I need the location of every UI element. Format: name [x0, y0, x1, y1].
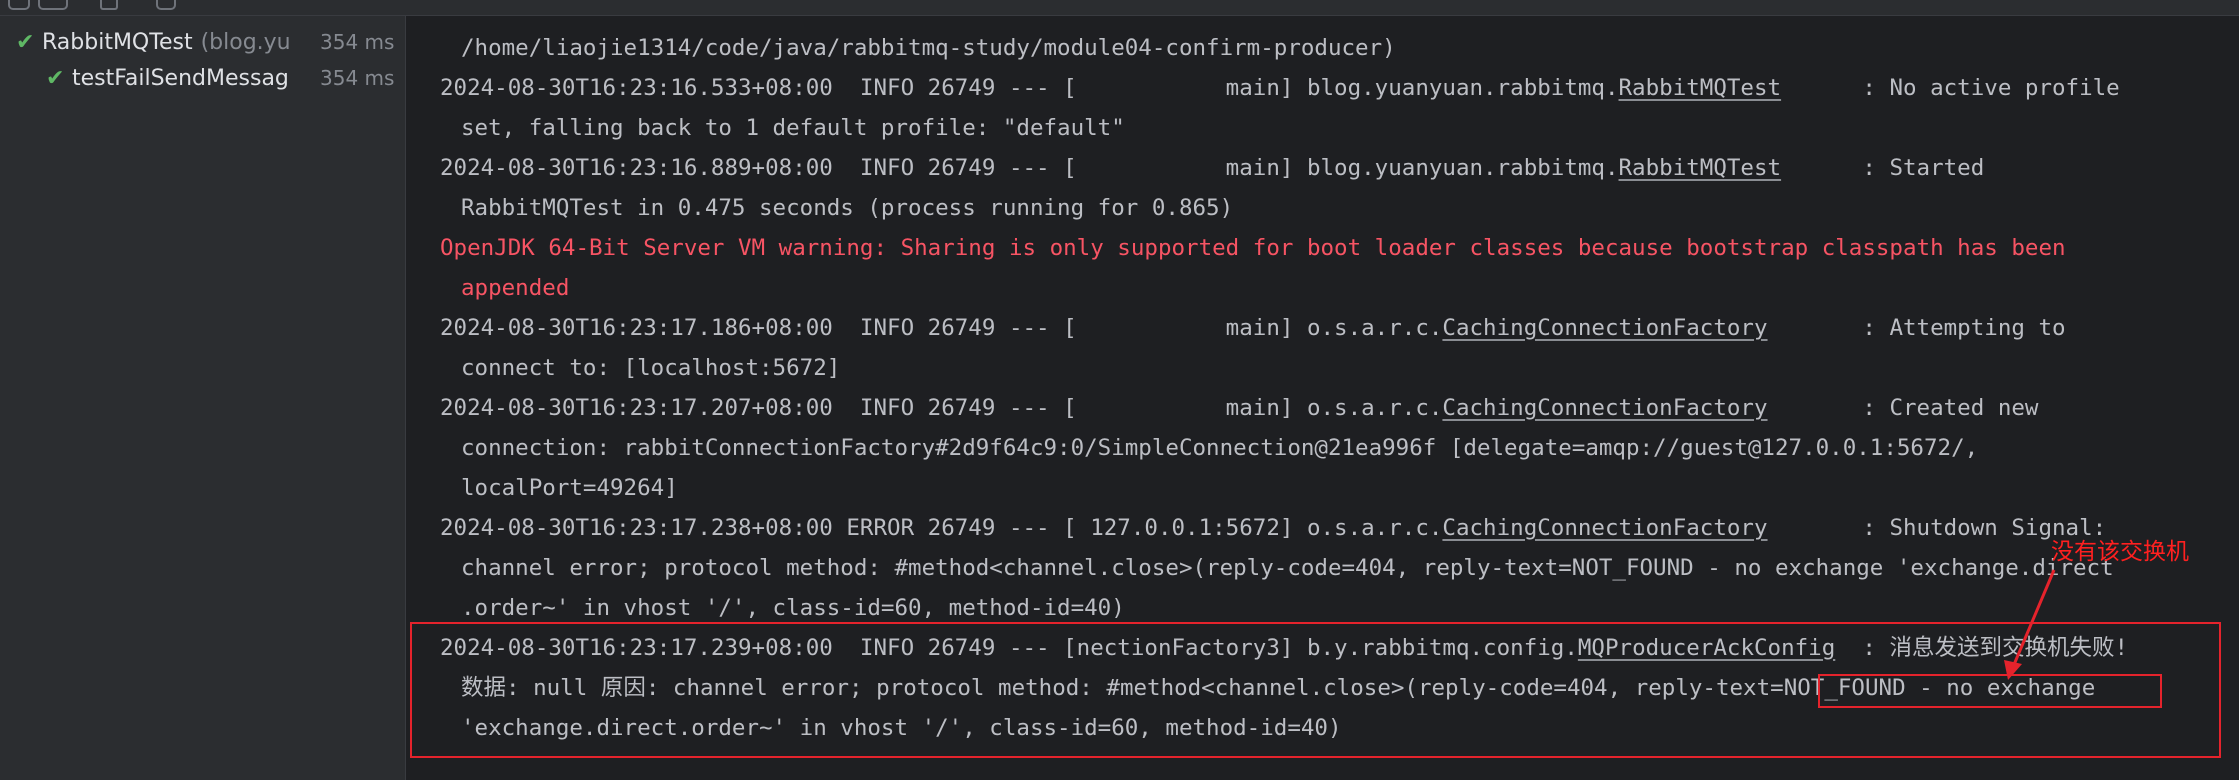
console-line: connect to: [localhost:5672] [461, 355, 841, 381]
tree-node-package-hint: (blog.yu [200, 29, 291, 55]
annotation-label: 没有该交换机 [2051, 539, 2189, 565]
console-warning-line: OpenJDK 64-Bit Server VM warning: Sharin… [440, 235, 2066, 261]
console-line: 2024-08-30T16:23:16.889+08:00 INFO 26749… [440, 155, 1985, 181]
highlight-box-not-found [1818, 674, 2162, 708]
check-icon: ✔ [46, 65, 65, 91]
tree-node-label: testFailSendMessag [72, 65, 289, 91]
class-link[interactable]: RabbitMQTest [1619, 75, 1782, 101]
history-icon[interactable] [38, 0, 68, 10]
class-link[interactable]: RabbitMQTest [1619, 155, 1782, 181]
console-line: 2024-08-30T16:23:17.186+08:00 INFO 26749… [440, 315, 2066, 341]
class-link[interactable]: CachingConnectionFactory [1442, 515, 1767, 541]
console-line: localPort=49264] [461, 475, 678, 501]
console-line: 2024-08-30T16:23:16.533+08:00 INFO 26749… [440, 75, 2120, 101]
test-duration: 354 ms [320, 30, 395, 54]
tree-node-rabbitmqtest[interactable]: ✔ RabbitMQTest (blog.yu [16, 26, 326, 58]
class-link[interactable]: CachingConnectionFactory [1442, 315, 1767, 341]
console-line: channel error; protocol method: #method<… [461, 555, 2114, 581]
run-toolbar [0, 0, 2239, 16]
test-results-tree: ✔ RabbitMQTest (blog.yu 354 ms ✔ testFail… [0, 16, 406, 780]
check-icon: ✔ [16, 29, 35, 55]
console-line: 2024-08-30T16:23:17.238+08:00 ERROR 2674… [440, 515, 2107, 541]
console-line: connection: rabbitConnectionFactory#2d9f… [461, 435, 1979, 461]
console-warning-line: appended [461, 275, 570, 301]
ide-run-window: ✔ RabbitMQTest (blog.yu 354 ms ✔ testFail… [0, 0, 2239, 780]
clock-icon[interactable] [156, 0, 176, 10]
test-duration: 354 ms [320, 66, 395, 90]
class-link[interactable]: CachingConnectionFactory [1442, 395, 1767, 421]
run-icon[interactable] [8, 0, 30, 10]
console-line: RabbitMQTest in 0.475 seconds (process r… [461, 195, 1234, 221]
console-line: set, falling back to 1 default profile: … [461, 115, 1125, 141]
tree-node-label: RabbitMQTest [42, 29, 193, 55]
rerun-icon[interactable] [100, 0, 118, 10]
console-line: /home/liaojie1314/code/java/rabbitmq-stu… [461, 35, 1396, 61]
console-line: 2024-08-30T16:23:17.207+08:00 INFO 26749… [440, 395, 2039, 421]
tree-node-testfailsendmessage[interactable]: ✔ testFailSendMessag [46, 62, 312, 94]
